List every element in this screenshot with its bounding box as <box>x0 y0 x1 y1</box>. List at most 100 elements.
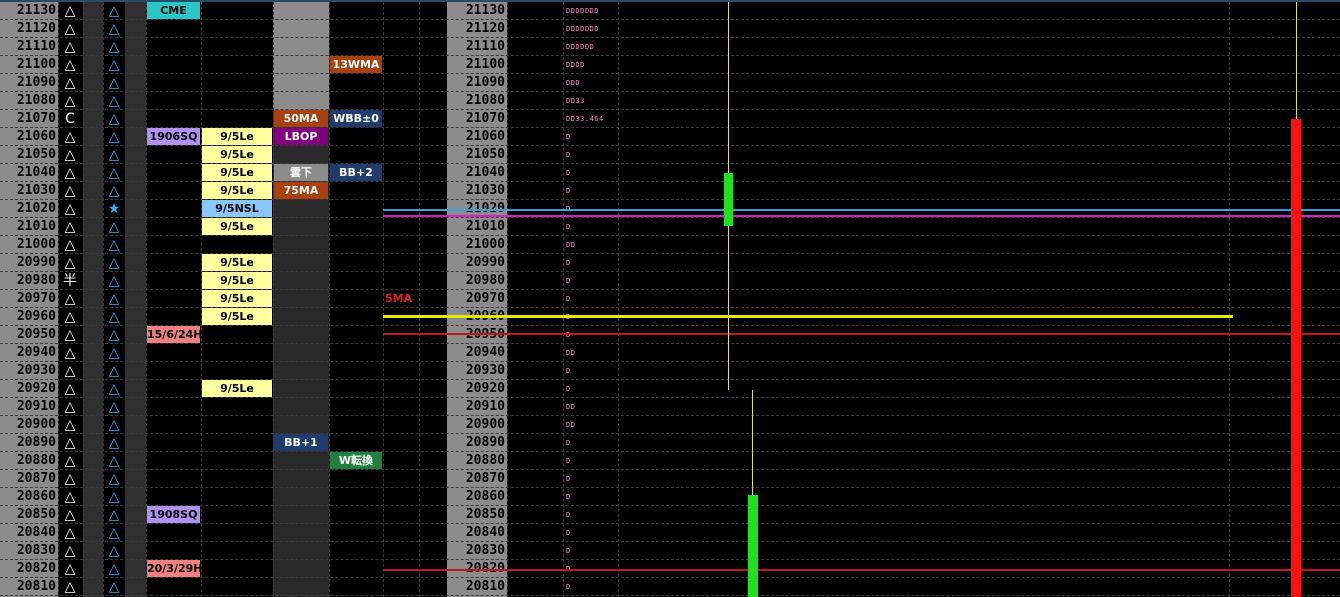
marker-2-icon: △ <box>108 345 120 361</box>
price-label-2: 20910 <box>465 399 505 414</box>
price-row: 21070 C △ 21070 DD33.464 <box>0 110 1340 128</box>
profile-letters: D <box>566 295 571 303</box>
tag-le: 9/5Le <box>202 290 272 307</box>
price-label-2: 20890 <box>465 435 505 450</box>
marker-icon: △ <box>64 291 76 307</box>
marker-2-icon: △ <box>108 291 120 307</box>
marker-2-icon: △ <box>108 183 120 199</box>
price-label: 21090 <box>16 75 56 90</box>
price-label-2: 21090 <box>465 75 505 90</box>
tag-75ma: 75MA <box>274 182 328 199</box>
marker-icon: △ <box>64 327 76 343</box>
marker-2-icon: △ <box>108 39 120 55</box>
price-label-2: 20940 <box>465 345 505 360</box>
marker-icon: △ <box>64 561 76 577</box>
marker-2-icon: △ <box>108 381 120 397</box>
price-label-2: 20840 <box>465 525 505 540</box>
candle-2-body <box>748 495 758 597</box>
profile-letters: D <box>566 529 571 537</box>
marker-2-icon: △ <box>108 219 120 235</box>
profile-letters: DD <box>566 241 576 249</box>
price-label-2: 21040 <box>465 165 505 180</box>
price-label-2: 20900 <box>465 417 505 432</box>
profile-letters: D <box>566 187 571 195</box>
price-label: 20880 <box>16 453 56 468</box>
price-label: 20810 <box>16 579 56 594</box>
marker-2-icon: ★ <box>107 201 121 217</box>
profile-letters: DD33 <box>566 97 585 105</box>
marker-icon: △ <box>64 435 76 451</box>
marker-2-icon: △ <box>108 543 120 559</box>
profile-letters: DDDD <box>566 61 585 69</box>
sma-line-yellow <box>383 315 1233 318</box>
price-label-2: 20920 <box>465 381 505 396</box>
profile-letters: DD33.464 <box>566 115 604 123</box>
price-label: 21080 <box>16 93 56 108</box>
marker-2-icon: △ <box>108 525 120 541</box>
marker-icon: △ <box>64 129 76 145</box>
candle-3-wick <box>1296 2 1297 119</box>
price-label: 21120 <box>16 21 56 36</box>
price-row: 20920 △ △ 20920 D <box>0 380 1340 398</box>
tag-1908sq: 1908SQ <box>147 506 200 523</box>
profile-letters: DD <box>566 403 576 411</box>
profile-letters: D <box>566 151 571 159</box>
tag-le: 9/5Le <box>202 218 272 235</box>
tag-20-3-29h: 20/3/29H <box>147 560 200 577</box>
price-label: 20830 <box>16 543 56 558</box>
price-label: 20990 <box>16 255 56 270</box>
hgrid <box>0 594 1340 596</box>
marker-2-icon: △ <box>108 417 120 433</box>
marker-icon: △ <box>64 471 76 487</box>
price-row: 20890 △ △ 20890 D <box>0 434 1340 452</box>
price-label-2: 21060 <box>465 129 505 144</box>
tag-bb2: BB+2 <box>330 164 382 181</box>
tag-nsl: 9/5NSL <box>202 200 272 217</box>
profile-letters: DDDDDDD <box>566 25 600 33</box>
marker-icon: △ <box>64 579 76 595</box>
tag-cme: CME <box>147 2 200 19</box>
price-label: 20860 <box>16 489 56 504</box>
marker-2-icon: △ <box>108 147 120 163</box>
price-row: 20900 △ △ 20900 DD <box>0 416 1340 434</box>
price-label-2: 21030 <box>465 183 505 198</box>
price-row: 21110 △ △ 21110 DDDDDD <box>0 38 1340 56</box>
price-label-2: 20930 <box>465 363 505 378</box>
price-label-2: 21130 <box>465 3 505 18</box>
price-label: 20910 <box>16 399 56 414</box>
price-label-2: 20880 <box>465 453 505 468</box>
price-label-2: 21110 <box>465 39 505 54</box>
marker-icon: △ <box>64 399 76 415</box>
sma-label: 5MA <box>385 292 413 305</box>
price-row: 20950 △ △ 20950 D <box>0 326 1340 344</box>
price-label: 21110 <box>16 39 56 54</box>
price-label-2: 21050 <box>465 147 505 162</box>
price-label: 20850 <box>16 507 56 522</box>
price-label: 21000 <box>16 237 56 252</box>
tag-le: 9/5Le <box>202 164 272 181</box>
price-row: 20940 △ △ 20940 DD <box>0 344 1340 362</box>
profile-letters: D <box>566 439 571 447</box>
price-label: 20980 <box>16 273 56 288</box>
marker-icon: △ <box>64 363 76 379</box>
marker-icon: △ <box>64 3 76 19</box>
price-row: 20970 △ △ 20970 D <box>0 290 1340 308</box>
price-row: 20830 △ △ 20830 D <box>0 542 1340 560</box>
marker-2-icon: △ <box>108 453 120 469</box>
marker-icon: C <box>65 111 75 127</box>
marker-2-icon: △ <box>108 129 120 145</box>
profile-letters: D <box>566 547 571 555</box>
tag-lbop: LBOP <box>274 128 328 145</box>
profile-letters: D <box>566 277 571 285</box>
marker-icon: △ <box>64 381 76 397</box>
tag-wbb0: WBB±0 <box>330 110 382 127</box>
ma-line-magenta <box>383 215 1340 217</box>
marker-2-icon: △ <box>108 489 120 505</box>
tag-le: 9/5Le <box>202 272 272 289</box>
price-label: 20970 <box>16 291 56 306</box>
price-label: 21020 <box>16 201 56 216</box>
profile-letters: D <box>566 475 571 483</box>
price-label: 20960 <box>16 309 56 324</box>
marker-icon: △ <box>64 525 76 541</box>
marker-icon: △ <box>64 489 76 505</box>
